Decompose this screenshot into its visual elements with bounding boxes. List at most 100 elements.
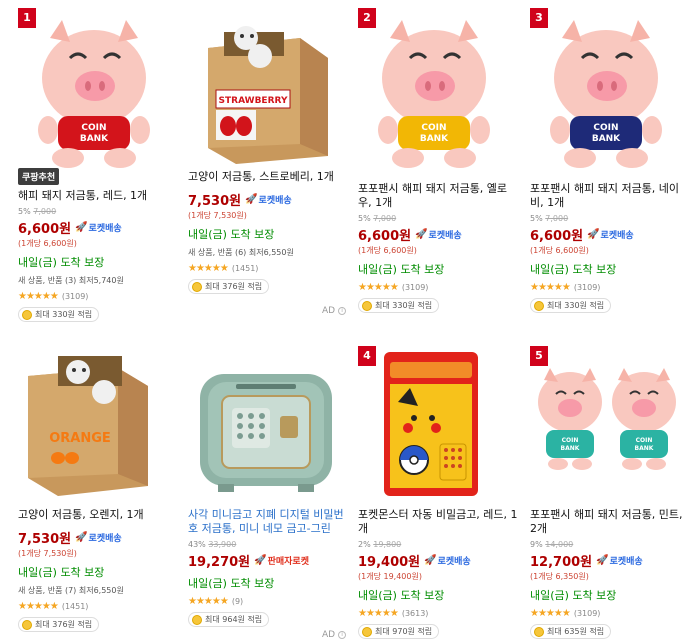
recommend-badge: 쿠팡추천 (18, 168, 60, 185)
used-offer[interactable]: 새 상품, 반품 (6) 최저6,550원 (188, 247, 348, 258)
product-title[interactable]: 포포팬시 해피 돼지 저금통, 민트, 2개 (530, 508, 690, 536)
reward-points: 최대 330원 적립 (18, 307, 100, 322)
product-card[interactable]: 사각 미니금고 지폐 디지털 비밀번호 저금통, 미니 네모 금고-그린 43%… (188, 346, 348, 628)
star-rating: ★★★★★ (188, 263, 229, 274)
coin-icon (534, 626, 544, 637)
unit-price: (1개당 7,530원) (18, 549, 77, 558)
review-count: (3613) (401, 609, 429, 618)
ad-label[interactable]: AD i (322, 306, 347, 316)
product-card[interactable]: 4 포켓몬스터 자동 비밀금고, 레드, 1개 2% 19,800 19,400… (358, 346, 518, 640)
arrival-guarantee: 내일(금) 도착 보장 (18, 256, 105, 269)
discount-info: 5% 7,000 (18, 207, 57, 216)
rank-badge: 3 (530, 8, 548, 28)
unit-price: (1개당 6,350원) (530, 572, 589, 581)
unit-price: (1개당 6,600원) (530, 246, 589, 255)
reward-points: 최대 330원 적립 (358, 298, 440, 313)
sale-price: 19,270원 (188, 555, 251, 570)
product-image[interactable]: 1 COIN BANK (18, 8, 170, 168)
pig-bank-image: COIN BANK (550, 20, 662, 168)
star-rating: ★★★★★ (18, 291, 59, 302)
product-image[interactable]: 3 COIN BANK (530, 8, 682, 168)
product-title[interactable]: 포포팬시 해피 돼지 저금통, 옐로우, 1개 (358, 182, 518, 210)
review-count: (1451) (231, 264, 259, 273)
ad-label[interactable]: AD i (322, 630, 347, 640)
arrival-guarantee: 내일(금) 도착 보장 (530, 263, 617, 276)
review-count: (9) (231, 597, 244, 606)
product-image[interactable]: STRAWBERRY (188, 8, 340, 168)
product-image[interactable] (188, 346, 340, 506)
price-row: 7,530원 🚀 로켓배송 (18, 528, 178, 547)
product-image[interactable]: ORANGE (18, 346, 170, 506)
used-offer[interactable]: 새 상품, 반품 (3) 최저5,740원 (18, 275, 178, 286)
rocket-icon: 🚀 (75, 222, 88, 233)
pig-bank-image: COIN BANK (378, 20, 490, 168)
sale-price: 6,600원 (530, 229, 584, 244)
rocket-delivery-badge: 🚀 로켓배송 (245, 194, 292, 206)
rocket-icon: 🚀 (415, 229, 428, 240)
info-icon: i (338, 631, 347, 639)
cat-box-image: ORANGE (28, 356, 148, 496)
star-rating: ★★★★★ (530, 608, 571, 619)
product-card[interactable]: 2 COIN BANK 포포팬시 해피 돼지 저금통, 옐로우, 1개 5% 7 (358, 8, 518, 314)
price-row: 6,600원 🚀 로켓배송 (358, 225, 518, 244)
shirt-text-coin: COIN (636, 437, 653, 444)
shirt-text-bank: BANK (561, 445, 580, 452)
sale-price: 12,700원 (530, 555, 593, 570)
seller-rocket-badge: 🚀 판매자로켓 (254, 555, 309, 567)
rank-badge: 1 (18, 8, 36, 28)
coin-icon (362, 626, 372, 637)
coin-icon (22, 309, 32, 320)
discount-info: 2% 19,800 (358, 540, 402, 549)
price-row: 6,600원 🚀 로켓배송 (530, 225, 690, 244)
reward-points: 최대 376원 적립 (188, 279, 270, 294)
sale-price: 6,600원 (358, 229, 412, 244)
pig-bank-pair-image: COIN BANK COIN BANK (538, 368, 676, 470)
product-image[interactable]: 5 COIN BANK COIN BANK (530, 346, 682, 506)
rating-row: ★★★★★ (1451) (188, 263, 348, 274)
box-label: ORANGE (49, 431, 111, 446)
shirt-text-coin: COIN (81, 123, 106, 133)
review-count: (1451) (61, 602, 89, 611)
product-card[interactable]: 3 COIN BANK 포포팬시 해피 돼지 저금통, 네이비, 1개 5% 7 (530, 8, 690, 314)
rocket-icon: 🚀 (245, 194, 258, 205)
arrival-guarantee: 내일(금) 도착 보장 (358, 589, 445, 602)
star-rating: ★★★★★ (358, 282, 399, 293)
pokemon-safe-image (384, 352, 478, 496)
rocket-icon: 🚀 (75, 532, 88, 543)
product-card[interactable]: STRAWBERRY 고양이 저금통, 스트로베리, 1개 7,530원 🚀 로켓… (188, 8, 348, 295)
product-title[interactable]: 사각 미니금고 지폐 디지털 비밀번호 저금통, 미니 네모 금고-그린 (188, 508, 348, 536)
rating-row: ★★★★★ (1451) (18, 601, 178, 612)
rocket-icon: 🚀 (587, 229, 600, 240)
product-image[interactable]: 4 (358, 346, 510, 506)
arrival-guarantee: 내일(금) 도착 보장 (530, 589, 617, 602)
product-card[interactable]: 1 COIN BANK 쿠팡추천 해피 돼지 저금통, 레드, 1개 5% 7,… (18, 8, 178, 323)
shirt-text-bank: BANK (592, 134, 621, 144)
shirt-text-bank: BANK (635, 445, 654, 452)
discount-info: 9% 14,000 (530, 540, 574, 549)
coin-icon (362, 300, 372, 311)
product-title[interactable]: 포켓몬스터 자동 비밀금고, 레드, 1개 (358, 508, 518, 536)
product-title[interactable]: 고양이 저금통, 스트로베리, 1개 (188, 170, 348, 184)
product-title[interactable]: 포포팬시 해피 돼지 저금통, 네이비, 1개 (530, 182, 690, 210)
reward-points: 최대 970원 적립 (358, 624, 440, 639)
shirt-text-coin: COIN (562, 437, 579, 444)
discount-info: 43% 33,900 (188, 540, 237, 549)
rocket-delivery-badge: 🚀 로켓배송 (587, 229, 634, 241)
price-row: 6,600원 🚀 로켓배송 (18, 218, 178, 237)
discount-info: 5% 7,000 (358, 214, 397, 223)
shirt-text-bank: BANK (420, 134, 449, 144)
product-title[interactable]: 고양이 저금통, 오렌지, 1개 (18, 508, 178, 522)
rating-row: ★★★★★ (3613) (358, 608, 518, 619)
unit-price: (1개당 7,530원) (188, 211, 247, 220)
rocket-delivery-badge: 🚀 로켓배송 (75, 222, 122, 234)
used-offer[interactable]: 새 상품, 반품 (7) 최저6,550원 (18, 585, 178, 596)
sale-price: 6,600원 (18, 222, 72, 237)
product-title[interactable]: 해피 돼지 저금통, 레드, 1개 (18, 189, 178, 203)
product-card[interactable]: ORANGE 고양이 저금통, 오렌지, 1개 7,530원 🚀 로켓배송 (1개… (18, 346, 178, 633)
product-card[interactable]: 5 COIN BANK COIN BANK 포포팬시 해피 돼지 저금통, 민트… (530, 346, 690, 640)
price-row: 19,400원 🚀 로켓배송 (358, 551, 518, 570)
review-count: (3109) (61, 292, 89, 301)
shirt-text-bank: BANK (80, 134, 109, 144)
product-image[interactable]: 2 COIN BANK (358, 8, 510, 168)
review-count: (3109) (573, 283, 601, 292)
